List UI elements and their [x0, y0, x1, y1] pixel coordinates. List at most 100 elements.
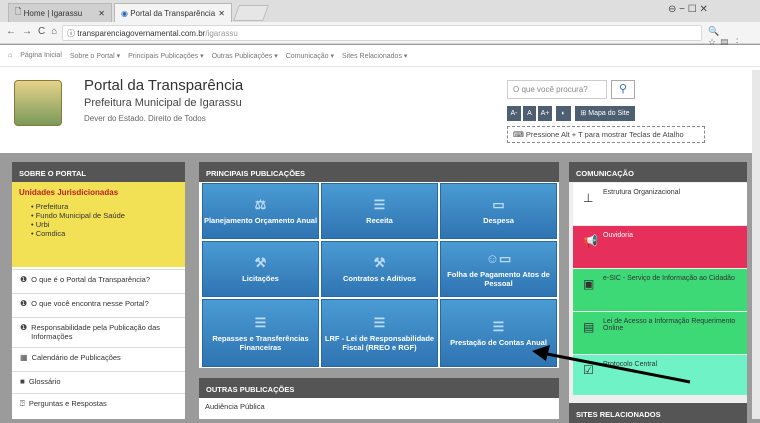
url-path: /igarassu	[205, 28, 238, 38]
tab-portal[interactable]: ◉ Portal da Transparência ✕	[114, 3, 232, 22]
sites-relacionados-header: SITES RELACIONADOS	[569, 403, 747, 423]
unidade-fundo-saude[interactable]: Fundo Municipal de Saúde	[31, 211, 178, 220]
left-item-label: Calendário de Publicações	[31, 353, 121, 362]
scrollbar[interactable]	[752, 70, 760, 419]
panel-header: SOBRE O PORTAL	[12, 162, 185, 182]
navigation-buttons[interactable]: ←→C⌂	[6, 26, 63, 37]
tab-home[interactable]: 🗋 Home | Igarassu ✕	[8, 3, 112, 22]
tab-title: Home | Igarassu	[23, 8, 83, 18]
id-card-icon: ▣	[583, 277, 595, 291]
panel-header: PRINCIPAIS PUBLICAÇÕES	[199, 162, 559, 182]
page-icon: 🗋	[15, 7, 24, 16]
gavel-icon: ⚒	[373, 255, 386, 270]
annotation-arrow	[532, 345, 691, 384]
info-icon: ⓘ	[67, 28, 78, 38]
nav-item-principais[interactable]: Principais Publicações ▾	[128, 52, 204, 60]
book-icon: ■	[20, 377, 25, 386]
search-icon[interactable]: ⚲	[611, 80, 635, 99]
coins-icon: ☰	[254, 314, 267, 330]
tile-lrf[interactable]: ☰ LRF - Lei de Responsabilidade Fiscal (R…	[321, 299, 438, 367]
tile-label: LRF - Lei de Responsabilidade Fiscal (RR…	[324, 333, 435, 352]
coins-icon: ☰	[492, 319, 505, 334]
window-controls[interactable]: ⊖ − ☐ ✕	[668, 4, 708, 15]
font-increase-button[interactable]: A+	[538, 106, 552, 121]
globe-icon: ◉	[121, 8, 131, 18]
panel-header: COMUNICAÇÃO	[569, 162, 747, 182]
tile-label: Repasses e Transferências Financeiras	[212, 333, 309, 352]
megaphone-icon: 📢	[583, 234, 598, 248]
tile-label: Folha de Pagamento Atos de Pessoal	[447, 269, 550, 288]
unidades-title: Unidades Jurisdicionadas	[19, 188, 119, 197]
unidades-box: Unidades Jurisdicionadas Prefeitura Fund…	[12, 182, 185, 267]
document-icon: ▤	[583, 320, 595, 334]
hint-text: Pressione Alt + T para mostrar Teclas de…	[525, 130, 684, 139]
new-tab-button[interactable]	[233, 5, 269, 21]
outras-publicacoes-panel: OUTRAS PUBLICAÇÕES Audiência Pública	[199, 378, 559, 419]
scale-icon: ⚖	[254, 197, 267, 212]
shortcut-hint: ⌨ Pressione Alt + T para mostrar Teclas …	[507, 126, 705, 143]
left-item-glossario[interactable]: ■ Glossário	[12, 371, 185, 393]
left-item-label: O que é o Portal da Transparência?	[31, 275, 150, 284]
font-decrease-button[interactable]: A-	[507, 106, 521, 121]
panel-header: OUTRAS PUBLICAÇÕES	[199, 378, 559, 398]
left-item-label: Responsabilidade pela Publicação das Inf…	[31, 323, 161, 341]
close-tab-icon[interactable]: ✕	[98, 9, 105, 18]
right-item-label: Estrutura Organizacional	[603, 189, 681, 196]
tile-receita[interactable]: ☰ Receita	[321, 183, 438, 239]
right-item-label: e-SIC - Serviço de Informação ao Cidadão	[603, 275, 735, 282]
font-normal-button[interactable]: A	[523, 106, 536, 121]
org-chart-icon: ⊥	[583, 191, 594, 205]
site-subtitle: Prefeitura Municipal de Igarassu	[84, 97, 242, 109]
search-input[interactable]: O que você procura?	[507, 80, 607, 99]
sitemap-label: Mapa do Site	[588, 110, 630, 117]
coins-icon: ☰	[373, 314, 386, 330]
tile-repasses[interactable]: ☰ Repasses e Transferências Financeiras	[202, 299, 319, 367]
money-icon: ▭	[492, 197, 505, 212]
nav-item-home[interactable]: Página Inicial	[20, 52, 62, 59]
keyboard-icon: ⌨	[513, 130, 526, 139]
right-item-label: Ouvidoria	[603, 232, 633, 239]
tile-folha[interactable]: ☺▭ Folha de Pagamento Atos de Pessoal	[440, 241, 557, 297]
tile-label: Despesa	[483, 216, 514, 225]
close-tab-icon[interactable]: ✕	[218, 9, 225, 18]
nav-item-sites[interactable]: Sites Relacionados ▾	[342, 52, 407, 60]
site-motto: Dever do Estado. Direito de Todos	[84, 114, 206, 123]
tile-despesa[interactable]: ▭ Despesa	[440, 183, 557, 239]
left-item-calendario[interactable]: ▦ Calendário de Publicações	[12, 347, 185, 371]
url-host: transparenciagovernamental.com.br	[77, 28, 206, 38]
sitemap-button[interactable]: ⊞ Mapa do Site	[575, 106, 635, 121]
info-circle-icon: ❶	[20, 275, 28, 284]
coins-icon: ☰	[373, 197, 386, 212]
tile-label: Planejamento Orçamento Anual	[203, 216, 318, 225]
home-icon: ⌂	[8, 52, 13, 59]
tab-title: Portal da Transparência	[130, 8, 216, 18]
left-item-label: O que você encontra nesse Portal?	[31, 299, 149, 308]
right-item-estrutura[interactable]: ⊥ Estrutura Organizacional	[573, 183, 747, 225]
site-title[interactable]: Portal da Transparência	[84, 77, 243, 94]
contrast-icon[interactable]: ◐	[556, 106, 571, 121]
left-item-label: Glossário	[28, 377, 61, 386]
tile-planejamento[interactable]: ⚖ Planejamento Orçamento Anual	[202, 183, 319, 239]
left-item-responsabilidade[interactable]: ❶ Responsabilidade pela Publicação das In…	[12, 317, 185, 347]
info-circle-icon: ❶	[20, 323, 28, 332]
url-input[interactable]: ⓘ transparenciagovernamental.com.br/igar…	[62, 25, 702, 41]
nav-item-comunicacao[interactable]: Comunicação ▾	[286, 52, 334, 60]
nav-item-sobre[interactable]: Sobre o Portal ▾	[70, 52, 120, 60]
tile-licitacoes[interactable]: ⚒ Licitações	[202, 241, 319, 297]
outros-item-audiencia[interactable]: Audiência Pública	[199, 398, 559, 415]
left-item-o-que-e[interactable]: ❶O que é o Portal da Transparência?	[12, 269, 185, 293]
unidade-prefeitura[interactable]: Prefeitura	[31, 202, 178, 211]
tile-contratos[interactable]: ⚒ Contratos e Aditivos	[321, 241, 438, 297]
left-item-o-que-encontra[interactable]: ❶O que você encontra nesse Portal?	[12, 293, 185, 317]
nav-item-outras[interactable]: Outras Publicações ▾	[212, 52, 278, 60]
people-money-icon: ☺▭	[485, 250, 512, 266]
tile-label: Licitações	[242, 274, 279, 283]
tile-label: Contratos e Aditivos	[342, 274, 417, 283]
right-item-ouvidoria[interactable]: 📢 Ouvidoria	[573, 226, 747, 268]
coat-of-arms-logo[interactable]	[14, 80, 62, 126]
right-item-esic[interactable]: ▣ e-SIC - Serviço de Informação ao Cidadã…	[573, 269, 747, 311]
gavel-icon: ⚒	[254, 255, 267, 270]
unidade-urbi[interactable]: Urbi	[31, 220, 178, 229]
left-item-perguntas[interactable]: ⍰ Perguntas e Respostas	[12, 393, 185, 419]
unidade-comdica[interactable]: Comdica	[31, 229, 178, 238]
